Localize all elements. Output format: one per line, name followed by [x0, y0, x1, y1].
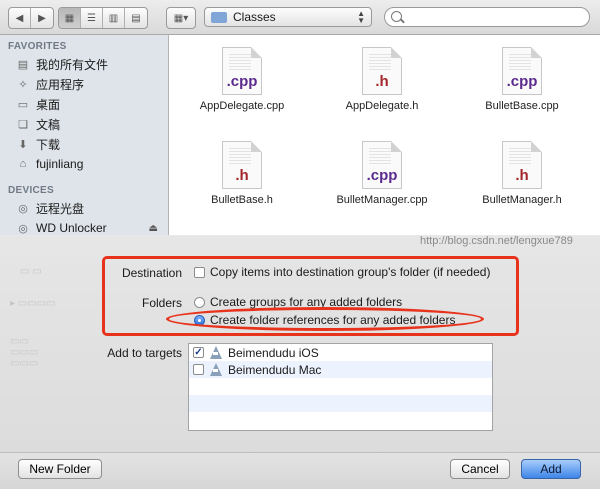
file-extension: .h: [375, 73, 389, 90]
updown-chevron-icon: ▲ ▼: [357, 9, 365, 25]
file-name: BulletBase.h: [211, 194, 273, 206]
favorites-header: FAVORITES: [8, 41, 67, 52]
empty-row: [189, 395, 492, 412]
forward-arrow-icon: ▶: [38, 12, 46, 24]
target-checkbox[interactable]: [193, 364, 204, 375]
target-row[interactable]: ✓ Beimendudu iOS: [189, 344, 492, 361]
sidebar-item-label: 文稿: [36, 117, 61, 132]
sidebar-item-all-files[interactable]: ▤ 我的所有文件: [16, 55, 108, 73]
app-target-icon: [209, 363, 222, 376]
sidebar-item-label: 远程光盘: [36, 201, 85, 216]
location-label: Classes: [233, 10, 276, 24]
back-button[interactable]: ◀: [9, 8, 31, 28]
file-extension: .cpp: [366, 167, 398, 184]
sidebar-item-downloads[interactable]: ⬇ 下载: [16, 135, 60, 153]
drive-icon: ◎: [18, 222, 28, 235]
sidebar-item-label: fujinliang: [36, 157, 84, 171]
file-name: BulletManager.cpp: [336, 194, 428, 206]
file-item[interactable]: .h BulletManager.h: [467, 141, 577, 206]
file-extension: .h: [235, 167, 249, 184]
target-row[interactable]: Beimendudu Mac: [189, 361, 492, 378]
sidebar-item-desktop[interactable]: ▭ 桌面: [16, 95, 60, 113]
file-name: AppDelegate.h: [345, 100, 419, 112]
remote-disc-icon: ◎: [18, 202, 28, 215]
sidebar-item-wd-unlocker[interactable]: ◎ WD Unlocker: [16, 219, 107, 237]
arrange-icon: ▦▾: [173, 12, 189, 24]
file-item[interactable]: .h AppDelegate.h: [327, 47, 437, 112]
dialog-button-bar: New Folder Cancel Add: [0, 452, 600, 489]
sidebar: FAVORITES ▤ 我的所有文件 ✧ 应用程序 ▭ 桌面 ❏ 文稿 ⬇ 下载…: [0, 35, 169, 235]
folder-icon: [211, 11, 227, 23]
sidebar-item-label: 应用程序: [36, 77, 85, 92]
home-icon: ⌂: [19, 158, 27, 170]
file-extension: .cpp: [226, 73, 258, 90]
arrange-button[interactable]: ▦▾: [166, 7, 196, 29]
back-arrow-icon: ◀: [15, 12, 24, 24]
eject-icon[interactable]: ⏏: [149, 223, 158, 234]
cpp-file-icon: .cpp: [362, 141, 402, 189]
grid-icon: ▦: [64, 12, 75, 24]
file-name: BulletManager.h: [482, 194, 562, 206]
search-icon: [391, 11, 402, 22]
file-item[interactable]: .h BulletBase.h: [187, 141, 297, 206]
downloads-icon: ⬇: [18, 138, 28, 151]
header-file-icon: .h: [362, 47, 402, 95]
targets-list: ✓ Beimendudu iOS Beimendudu Mac: [188, 343, 493, 431]
coverflow-view-button[interactable]: ▤: [125, 8, 147, 28]
file-item[interactable]: .cpp BulletBase.cpp: [467, 47, 577, 112]
target-name: Beimendudu Mac: [228, 362, 322, 377]
cpp-file-icon: .cpp: [222, 47, 262, 95]
arrange-menu[interactable]: ▦▾: [167, 8, 195, 28]
empty-row: [189, 378, 492, 395]
nav-buttons: ◀ ▶: [8, 7, 54, 29]
sidebar-item-label: WD Unlocker: [36, 221, 107, 235]
forward-button[interactable]: ▶: [31, 8, 53, 28]
sidebar-item-label: 下载: [36, 137, 61, 152]
sidebar-item-documents[interactable]: ❏ 文稿: [16, 115, 60, 133]
list-view-button[interactable]: ☰: [81, 8, 103, 28]
documents-icon: ❏: [18, 118, 28, 131]
file-name: BulletBase.cpp: [485, 100, 559, 112]
app-target-icon: [209, 346, 222, 359]
sidebar-item-home[interactable]: ⌂ fujinliang: [16, 155, 84, 173]
icon-view-button[interactable]: ▦: [59, 8, 81, 28]
coverflow-icon: ▤: [131, 12, 141, 24]
file-extension: .cpp: [506, 73, 538, 90]
target-checkbox[interactable]: ✓: [193, 347, 204, 358]
new-folder-button[interactable]: New Folder: [18, 459, 102, 479]
column-view-button[interactable]: ▥: [103, 8, 125, 28]
location-popup[interactable]: Classes ▲ ▼: [204, 7, 372, 27]
cpp-file-icon: .cpp: [502, 47, 542, 95]
devices-header: DEVICES: [8, 185, 55, 196]
cancel-button[interactable]: Cancel: [450, 459, 510, 479]
empty-row: [189, 412, 492, 429]
header-file-icon: .h: [222, 141, 262, 189]
annotation-red-ellipse: [166, 307, 484, 331]
columns-icon: ▥: [108, 12, 119, 24]
file-extension: .h: [515, 167, 529, 184]
desktop-icon: ▭: [17, 98, 29, 111]
sidebar-item-applications[interactable]: ✧ 应用程序: [16, 75, 84, 93]
sidebar-item-remote-disc[interactable]: ◎ 远程光盘: [16, 199, 84, 217]
view-mode-buttons: ▦ ☰ ▥ ▤: [58, 7, 148, 29]
file-item[interactable]: .cpp BulletManager.cpp: [327, 141, 437, 206]
applications-icon: ✧: [18, 78, 28, 91]
sidebar-item-label: 桌面: [36, 97, 61, 112]
add-to-targets-label: Add to targets: [107, 346, 182, 360]
list-icon: ☰: [87, 12, 96, 24]
watermark: http://blog.csdn.net/lengxue789: [420, 235, 573, 247]
all-files-icon: ▤: [17, 58, 29, 71]
header-file-icon: .h: [502, 141, 542, 189]
file-item[interactable]: .cpp AppDelegate.cpp: [187, 47, 297, 112]
target-name: Beimendudu iOS: [228, 345, 319, 360]
add-button[interactable]: Add: [521, 459, 581, 479]
file-browser: .cpp AppDelegate.cpp .h AppDelegate.h .c…: [169, 35, 600, 235]
search-field[interactable]: [384, 7, 590, 27]
file-name: AppDelegate.cpp: [199, 100, 285, 112]
toolbar: ◀ ▶ ▦ ☰ ▥ ▤ ▦▾ Classes ▲ ▼: [0, 0, 600, 35]
sidebar-item-label: 我的所有文件: [36, 57, 109, 72]
